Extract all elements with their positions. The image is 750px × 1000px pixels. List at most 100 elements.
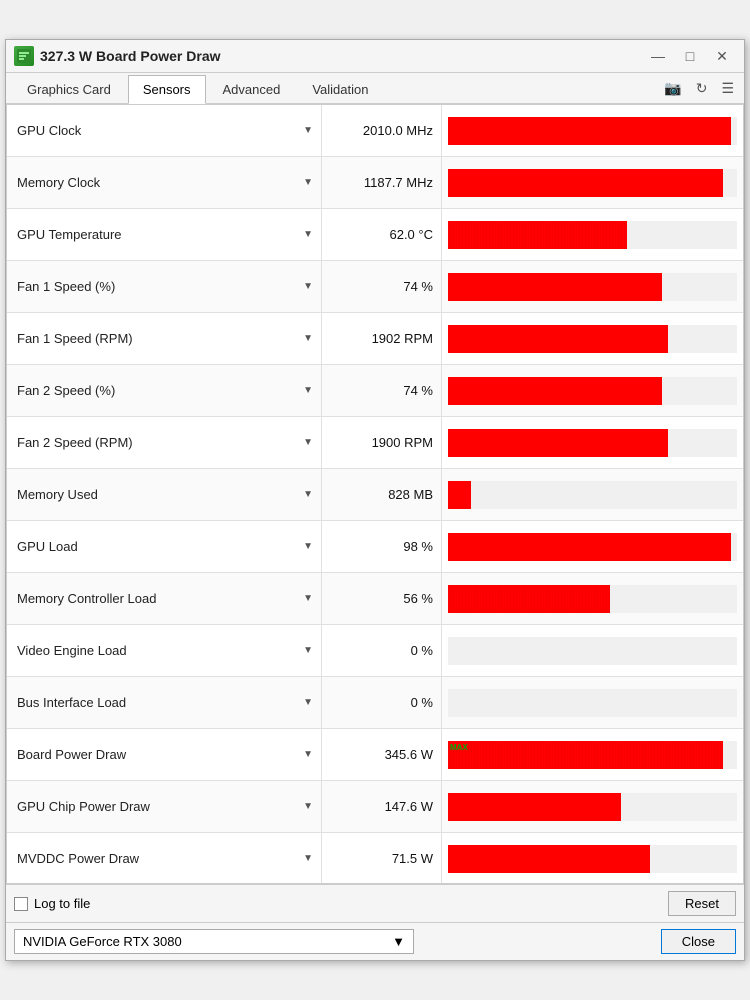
sensor-name-cell: GPU Chip Power Draw▼ [7, 781, 322, 832]
sensor-bar-bg [448, 533, 737, 561]
sensor-row: Bus Interface Load▼0 % [7, 677, 743, 729]
title-bar-controls: — □ ✕ [644, 46, 736, 66]
sensor-name-cell: Fan 1 Speed (RPM) ▼ [7, 313, 322, 364]
max-badge: MAX [450, 743, 468, 752]
sensor-dropdown-arrow[interactable]: ▼ [303, 541, 313, 552]
close-window-button[interactable]: ✕ [708, 46, 736, 66]
sensor-bar-cell: MAX [442, 729, 743, 780]
sensor-dropdown-arrow[interactable]: ▼ [303, 281, 313, 292]
tab-validation[interactable]: Validation [297, 75, 383, 103]
sensor-dropdown-arrow[interactable]: ▼ [303, 801, 313, 812]
sensor-name-cell: GPU Clock ▼ [7, 105, 322, 156]
sensor-label: Fan 2 Speed (RPM) [17, 435, 133, 450]
sensor-bar-bg [448, 221, 737, 249]
maximize-button[interactable]: □ [676, 46, 704, 66]
tab-graphics-card[interactable]: Graphics Card [12, 75, 126, 103]
sensor-bar-cell [442, 573, 743, 624]
sensor-value-cell: 1902 RPM [322, 313, 442, 364]
minimize-button[interactable]: — [644, 46, 672, 66]
sensor-bar-cell [442, 261, 743, 312]
reset-button[interactable]: Reset [668, 891, 736, 916]
sensor-dropdown-arrow[interactable]: ▼ [303, 697, 313, 708]
tab-bar-left: Graphics Card Sensors Advanced Validatio… [12, 73, 385, 103]
sensor-value-cell: 345.6 W [322, 729, 442, 780]
sensor-bar-bg [448, 793, 737, 821]
sensor-row: Video Engine Load▼0 % [7, 625, 743, 677]
sensor-value-cell: 74 % [322, 261, 442, 312]
close-button[interactable]: Close [661, 929, 736, 954]
sensor-dropdown-arrow[interactable]: ▼ [303, 853, 313, 864]
sensor-bar-cell [442, 625, 743, 676]
sensor-label: Fan 1 Speed (RPM) [17, 331, 133, 346]
sensor-name-cell: Bus Interface Load ▼ [7, 677, 322, 728]
sensor-bar-cell [442, 781, 743, 832]
sensor-label: Memory Used [17, 487, 98, 502]
title-bar-left: 327.3 W Board Power Draw [14, 46, 221, 66]
log-to-file-label: Log to file [34, 896, 90, 911]
sensor-value-cell: 62.0 °C [322, 209, 442, 260]
sensor-row: Fan 2 Speed (RPM)▼1900 RPM [7, 417, 743, 469]
tab-sensors[interactable]: Sensors [128, 75, 206, 104]
sensor-label: GPU Clock [17, 123, 81, 138]
sensor-bar-fill [448, 845, 650, 873]
sensor-row: Fan 2 Speed (%) ▼ 74 % [7, 365, 743, 417]
sensor-row: GPU Chip Power Draw▼147.6 W [7, 781, 743, 833]
sensor-bar-cell [442, 105, 743, 156]
sensor-row: MVDDC Power Draw▼71.5 W [7, 833, 743, 883]
sensor-dropdown-arrow[interactable]: ▼ [303, 177, 313, 188]
tab-advanced[interactable]: Advanced [208, 75, 296, 103]
sensor-row: Fan 1 Speed (RPM) ▼ 1902 RPM [7, 313, 743, 365]
sensor-dropdown-arrow[interactable]: ▼ [303, 125, 313, 136]
sensor-name-cell: Fan 1 Speed (%)▼ [7, 261, 322, 312]
sensor-bar-cell [442, 417, 743, 468]
sensor-bar-bg [448, 117, 737, 145]
camera-button[interactable]: 📷 [660, 78, 685, 99]
sensor-value-cell: 56 % [322, 573, 442, 624]
sensor-bar-fill [448, 481, 471, 509]
sensor-dropdown-arrow[interactable]: ▼ [303, 645, 313, 656]
gpu-name: NVIDIA GeForce RTX 3080 [23, 934, 182, 949]
log-to-file-checkbox[interactable] [14, 897, 28, 911]
refresh-button[interactable]: ↻ [692, 78, 712, 99]
sensor-name-cell: Board Power Draw▼ [7, 729, 322, 780]
sensor-dropdown-arrow[interactable]: ▼ [303, 437, 313, 448]
sensor-name-cell: GPU Load▼ [7, 521, 322, 572]
sensor-row: Fan 1 Speed (%)▼74 % [7, 261, 743, 313]
sensor-bar-noise [448, 741, 723, 769]
sensor-name-cell: Fan 2 Speed (RPM) ▼ [7, 417, 322, 468]
menu-button[interactable]: ☰ [717, 78, 738, 99]
sensor-bar-noise [448, 221, 627, 249]
sensor-dropdown-arrow[interactable]: ▼ [303, 229, 313, 240]
main-window: 327.3 W Board Power Draw — □ ✕ Graphics … [5, 39, 745, 961]
sensor-bar-noise [448, 585, 610, 613]
sensor-row: Memory Controller Load▼56 % [7, 573, 743, 625]
sensor-value-cell: 98 % [322, 521, 442, 572]
sensor-row: GPU Load▼98 % [7, 521, 743, 573]
log-to-file: Log to file [14, 896, 90, 911]
sensor-label: Fan 2 Speed (%) [17, 383, 115, 398]
sensor-row: GPU Temperature▼62.0 °C [7, 209, 743, 261]
sensor-dropdown-arrow[interactable]: ▼ [303, 593, 313, 604]
gpu-selector[interactable]: NVIDIA GeForce RTX 3080 ▼ [14, 929, 414, 954]
gpu-selector-arrow: ▼ [392, 934, 405, 949]
sensor-bar-cell [442, 209, 743, 260]
sensor-dropdown-arrow[interactable]: ▼ [303, 333, 313, 344]
sensor-bar-bg [448, 689, 737, 717]
sensor-name-cell: Video Engine Load▼ [7, 625, 322, 676]
sensor-value-cell: 147.6 W [322, 781, 442, 832]
sensor-dropdown-arrow[interactable]: ▼ [303, 489, 313, 500]
sensor-bar-cell [442, 469, 743, 520]
sensor-label: Bus Interface Load [17, 695, 126, 710]
sensor-name-cell: Memory Controller Load▼ [7, 573, 322, 624]
sensor-bar-bg [448, 845, 737, 873]
sensor-bar-cell [442, 365, 743, 416]
sensor-bar-fill [448, 117, 731, 145]
sensor-bar-cell [442, 157, 743, 208]
sensor-name-cell: Memory Used ▼ [7, 469, 322, 520]
sensor-dropdown-arrow[interactable]: ▼ [303, 385, 313, 396]
sensor-value-cell: 74 % [322, 365, 442, 416]
sensor-label: Memory Clock [17, 175, 100, 190]
title-bar: 327.3 W Board Power Draw — □ ✕ [6, 40, 744, 73]
tab-bar: Graphics Card Sensors Advanced Validatio… [6, 73, 744, 104]
sensor-dropdown-arrow[interactable]: ▼ [303, 749, 313, 760]
